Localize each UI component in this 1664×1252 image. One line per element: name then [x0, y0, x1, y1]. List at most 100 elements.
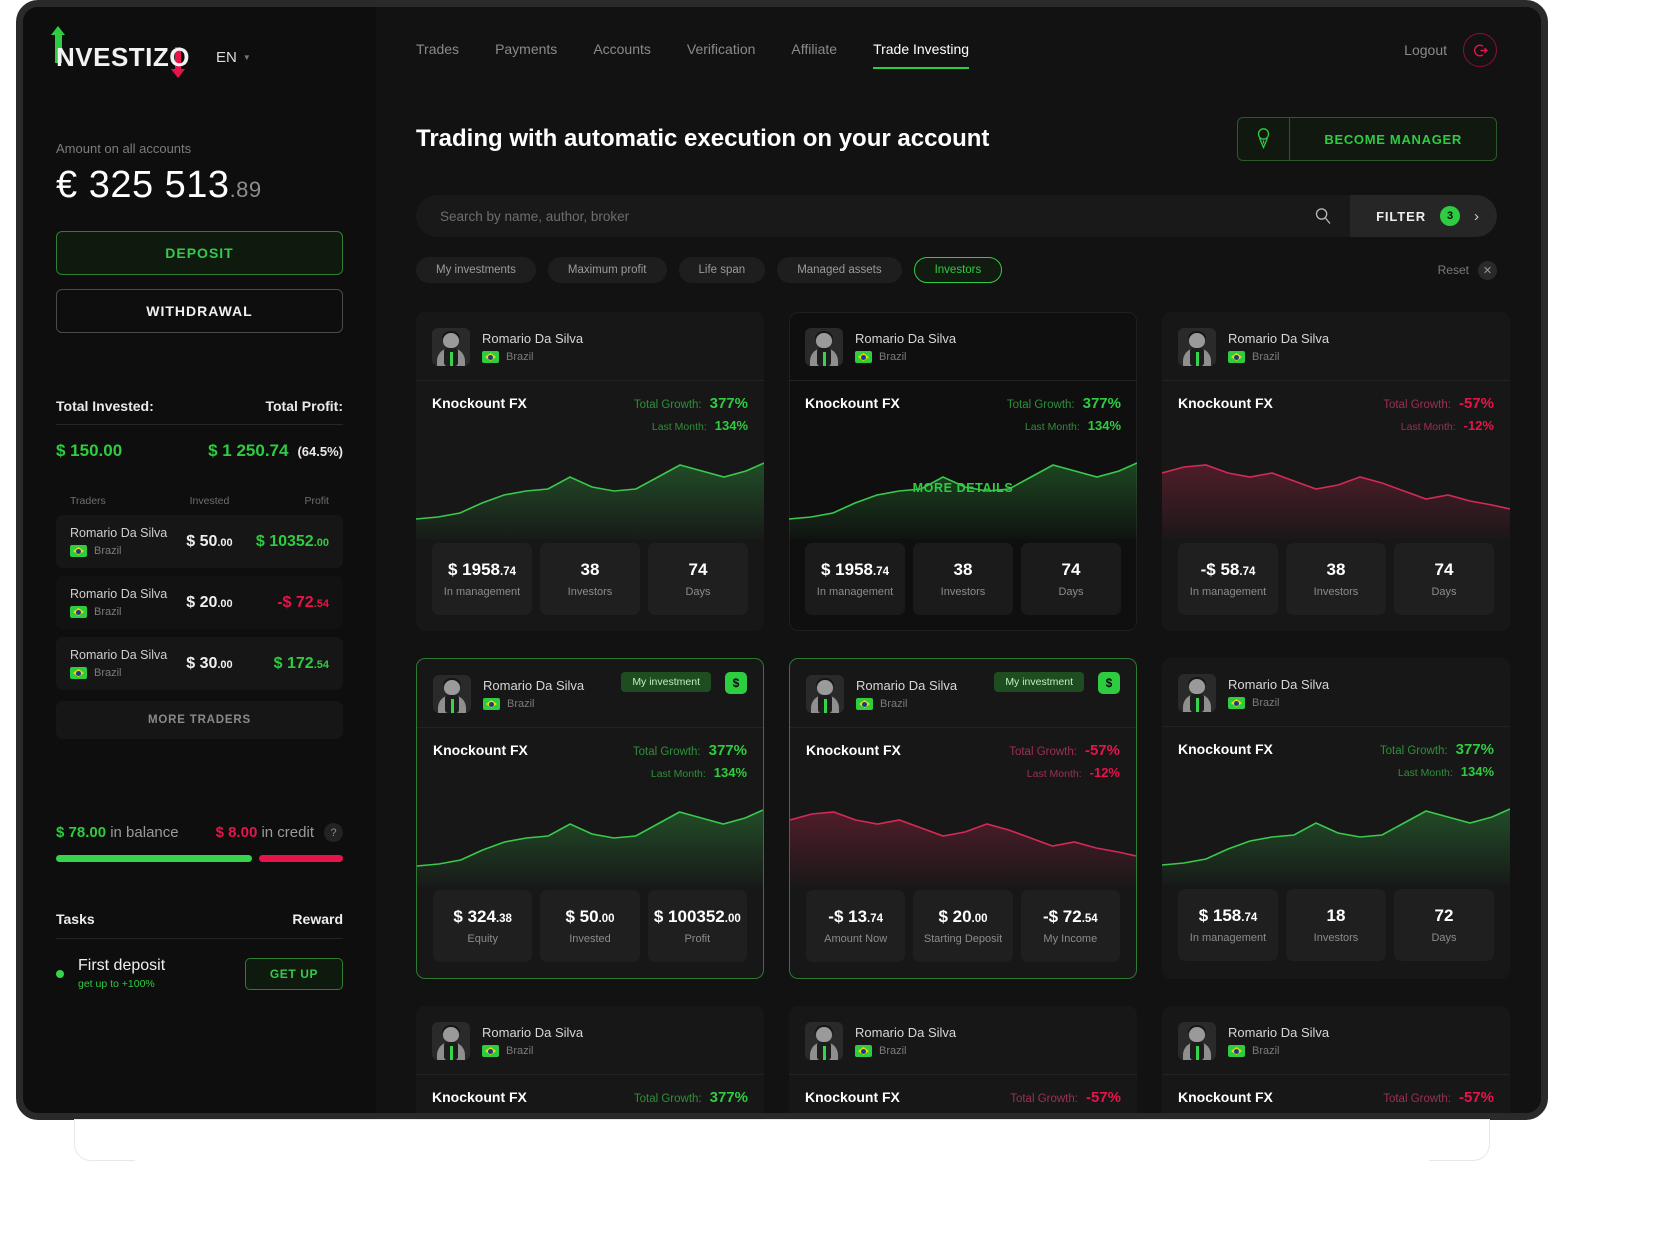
withdrawal-button[interactable]: WITHDRAWAL: [56, 289, 343, 333]
total-profit-label: Total Profit:: [265, 398, 343, 414]
tab-accounts[interactable]: Accounts: [593, 41, 651, 69]
last-month-value: 134%: [713, 765, 747, 780]
stat-value: -$ 13.74: [828, 907, 884, 926]
balance-bar: [56, 855, 343, 862]
brazil-flag-icon: [855, 1045, 872, 1057]
author-country: Brazil: [855, 1045, 956, 1057]
deposit-button[interactable]: DEPOSIT: [56, 231, 343, 275]
chip-investors[interactable]: Investors: [913, 257, 1003, 283]
strategy-card[interactable]: Romario Da Silva Brazil Knockount FX Total …: [1162, 1006, 1510, 1113]
chip-my-investments[interactable]: My investments: [416, 257, 536, 283]
dollar-icon[interactable]: $: [1098, 672, 1120, 694]
country-label: Brazil: [880, 698, 908, 710]
main-content: Trades Payments Accounts Verification Affili…: [376, 7, 1541, 1113]
chevron-right-icon: ›: [1474, 207, 1479, 225]
close-icon[interactable]: ✕: [1478, 260, 1497, 280]
tab-trade-investing[interactable]: Trade Investing: [873, 41, 970, 69]
strategy-card[interactable]: Romario Da Silva Brazil My investment $ Knoc…: [416, 658, 764, 979]
stat-cell: $ 324.38 Equity: [433, 890, 533, 962]
country-label: Brazil: [507, 698, 535, 710]
trader-name: Romario Da Silva: [70, 526, 168, 540]
total-growth-line: Total Growth: 377%: [1380, 741, 1494, 758]
stat-cell: 38 Investors: [1286, 543, 1386, 615]
language-selector[interactable]: EN ▼: [216, 49, 251, 66]
search-icon[interactable]: [1296, 207, 1350, 225]
brazil-flag-icon: [1228, 1045, 1245, 1057]
tab-payments[interactable]: Payments: [495, 41, 557, 69]
author-name: Romario Da Silva: [855, 331, 957, 346]
strategy-card[interactable]: Romario Da Silva Brazil Knockount FX Total …: [789, 312, 1137, 631]
chip-managed-assets[interactable]: Managed assets: [777, 257, 902, 283]
brazil-flag-icon: [70, 545, 87, 557]
balance-row: $ 78.00 in balance $ 8.00 in credit ?: [56, 823, 343, 842]
author-country: Brazil: [855, 351, 956, 363]
chip-maximum-profit[interactable]: Maximum profit: [547, 257, 667, 283]
traders-table: Traders Invested Profit Romario Da Silva…: [56, 489, 343, 739]
strategy-name: Knockount FX: [1178, 1089, 1273, 1105]
tab-verification[interactable]: Verification: [687, 41, 755, 69]
search-box[interactable]: [416, 195, 1351, 237]
help-icon[interactable]: ?: [324, 823, 343, 842]
last-month-line: Last Month: 134%: [1380, 764, 1494, 779]
become-manager-button[interactable]: BECOME MANAGER: [1289, 117, 1497, 161]
search-input[interactable]: [440, 208, 1297, 224]
last-month-line: Last Month: 134%: [634, 418, 748, 433]
strategy-card[interactable]: Romario Da Silva Brazil Knockount FX Total …: [416, 1006, 764, 1113]
brazil-flag-icon: [1228, 697, 1245, 709]
col-invested: Invested: [189, 495, 230, 507]
stat-cell: 74 Days: [1394, 543, 1494, 615]
logout-icon[interactable]: [1463, 33, 1497, 67]
table-row[interactable]: Romario Da Silva Brazil $ 20.00 -$ 72.54: [56, 576, 343, 629]
strategy-card[interactable]: Romario Da Silva Brazil Knockount FX Total …: [1162, 312, 1510, 631]
dollar-icon[interactable]: $: [725, 672, 747, 694]
strategy-card[interactable]: Romario Da Silva Brazil My investment $ Knoc…: [789, 658, 1137, 979]
growth-group: Total Growth: 377%Last Month: 134%: [634, 395, 748, 433]
medal-icon[interactable]: [1237, 117, 1290, 161]
reset-label[interactable]: Reset: [1438, 263, 1469, 277]
card-author: Romario Da Silva Brazil: [483, 678, 584, 710]
page-title: Trading with automatic execution on your…: [416, 125, 990, 152]
stat-label: Starting Deposit: [923, 933, 1003, 945]
brazil-flag-icon: [70, 606, 87, 618]
stat-value: $ 1958.74: [448, 560, 516, 579]
logout-label[interactable]: Logout: [1404, 42, 1447, 58]
balance-bar-green: [56, 855, 252, 862]
table-row[interactable]: Romario Da Silva Brazil $ 30.00 $ 172.54: [56, 637, 343, 690]
table-row[interactable]: Romario Da Silva Brazil $ 50.00 $ 10352.00: [56, 515, 343, 568]
last-month-line: Last Month: -12%: [1009, 765, 1120, 780]
country-label: Brazil: [506, 351, 534, 363]
task-row: First deposit get up to +100% GET UP: [56, 957, 343, 990]
card-author: Romario Da Silva Brazil: [855, 331, 956, 363]
total-growth-line: Total Growth: -57%: [1009, 742, 1120, 759]
strategy-card[interactable]: Romario Da Silva Brazil Knockount FX Total …: [1162, 658, 1510, 979]
more-traders-button[interactable]: MORE TRADERS: [56, 701, 343, 739]
strategy-card[interactable]: Romario Da Silva Brazil Knockount FX Total …: [416, 312, 764, 631]
investizo-logo[interactable]: NVESTIZO: [51, 25, 190, 78]
reset-group: Reset ✕: [1438, 260, 1497, 280]
my-investment-badge: My investment: [994, 672, 1084, 692]
stat-label: Invested: [569, 933, 611, 945]
tab-affiliate[interactable]: Affiliate: [791, 41, 837, 69]
filter-button[interactable]: FILTER 3 ›: [1350, 195, 1497, 237]
brazil-flag-icon: [1228, 351, 1245, 363]
device-stand-top: [75, 1120, 1489, 1160]
brazil-flag-icon: [482, 351, 499, 363]
stat-cell: $ 1958.74 In management: [432, 543, 532, 615]
total-growth-value: -57%: [1085, 1089, 1121, 1106]
chip-life-span[interactable]: Life span: [678, 257, 766, 283]
tab-trades[interactable]: Trades: [416, 41, 459, 69]
trader-invested: $ 20.00: [186, 593, 233, 611]
country-label: Brazil: [1252, 697, 1280, 709]
brazil-flag-icon: [855, 351, 872, 363]
trader-profit: $ 10352.00: [255, 532, 329, 550]
avatar: [1178, 328, 1216, 366]
last-month-line: Last Month: -12%: [1383, 418, 1494, 433]
brand-row: NVESTIZO EN ▼: [51, 25, 343, 79]
total-growth-label: Total Growth:: [1010, 1093, 1078, 1105]
strategy-card-grid: Romario Da Silva Brazil Knockount FX Total …: [416, 312, 1541, 1113]
strategy-card[interactable]: Romario Da Silva Brazil Knockount FX Total …: [789, 1006, 1137, 1113]
last-month-label: Last Month:: [1397, 767, 1453, 779]
more-details-link[interactable]: MORE DETAILS: [789, 481, 1137, 495]
get-up-button[interactable]: GET UP: [245, 957, 343, 990]
stat-cell: $ 100352.00 Profit: [647, 890, 747, 962]
